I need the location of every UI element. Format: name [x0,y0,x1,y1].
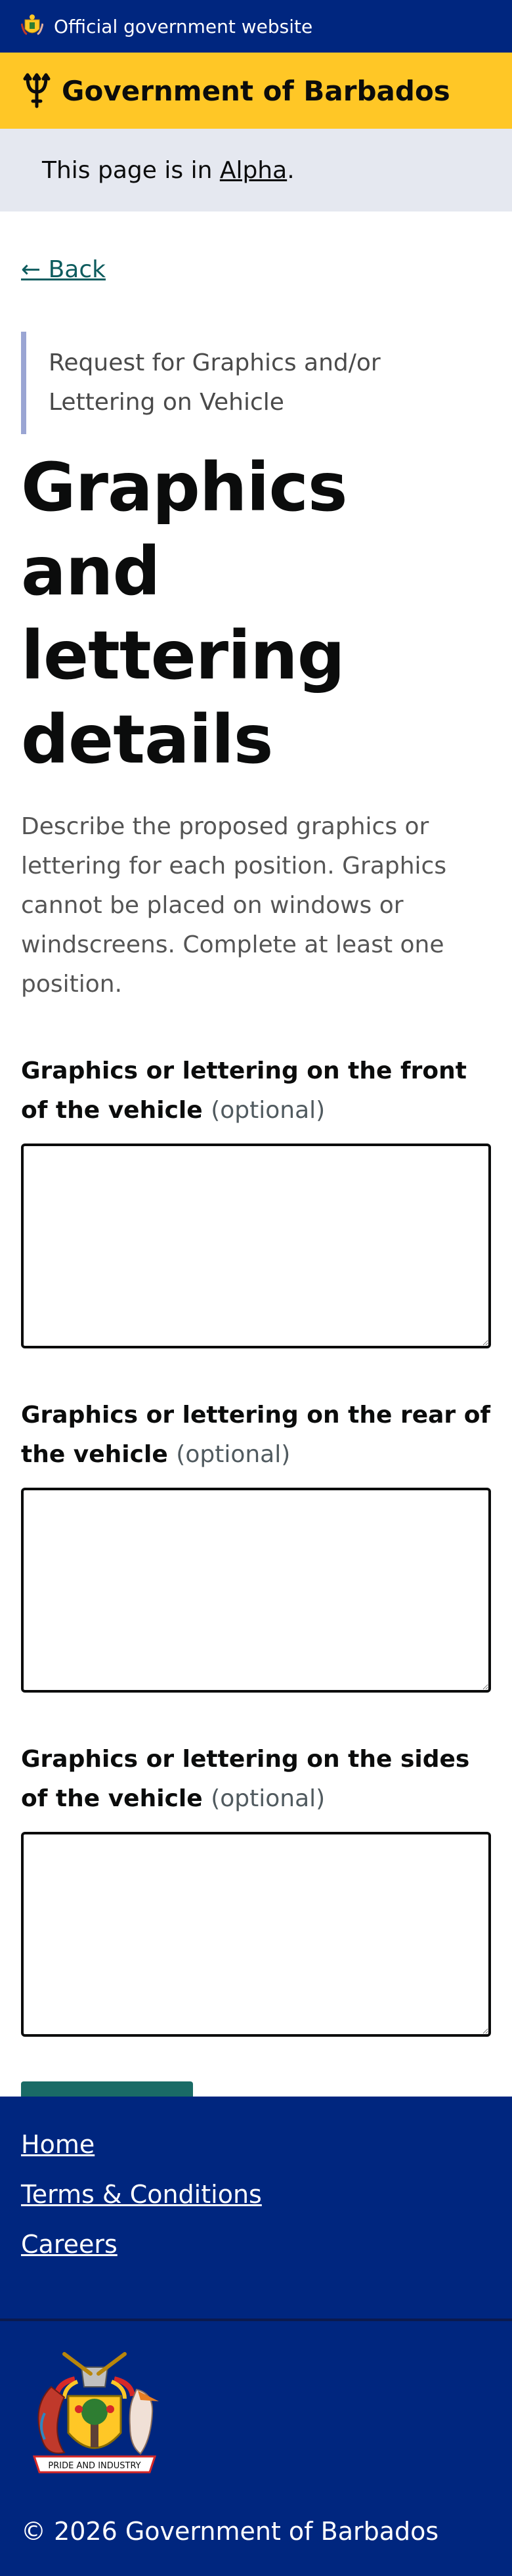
official-banner: Official government website [0,0,512,53]
footer-link-terms[interactable]: Terms & Conditions [21,2181,491,2208]
phase-link[interactable]: Alpha [220,157,287,184]
site-header[interactable]: Government of Barbados [0,53,512,129]
copyright-text: © 2026 Government of Barbados [21,2517,439,2546]
sides-graphics-field: Graphics or lettering on the sides of th… [21,1740,491,2037]
rear-graphics-field: Graphics or lettering on the rear of the… [21,1396,491,1693]
footer-link-home[interactable]: Home [21,2131,491,2158]
page-title: Graphics and lettering details [21,449,348,779]
sides-graphics-label: Graphics or lettering on the sides of th… [21,1740,491,1819]
site-footer: Home Terms & Conditions Careers PRIDE AN… [0,2097,512,2576]
coat-of-arms-icon [21,14,43,35]
optional-tag: (optional) [211,1785,326,1812]
back-link[interactable]: ← Back [21,256,106,283]
phase-text-prefix: This page is in [42,156,220,184]
footer-links: Home Terms & Conditions Careers [0,2097,512,2258]
front-graphics-field: Graphics or lettering on the front of th… [21,1052,491,1348]
phase-banner: This page is in Alpha . [0,129,512,211]
trident-icon [23,73,51,108]
footer-divider [0,2319,512,2321]
rear-graphics-label: Graphics or lettering on the rear of the… [21,1396,491,1475]
official-banner-text: Official government website [54,15,313,37]
main-content: ← Back Request for Graphics and/or Lette… [0,211,512,2168]
phase-text-suffix: . [287,156,295,184]
sides-graphics-textarea[interactable] [21,1832,491,2037]
optional-tag: (optional) [176,1441,291,1468]
coat-motto: PRIDE AND INDUSTRY [48,2461,140,2471]
footer-link-careers[interactable]: Careers [21,2231,491,2258]
optional-tag: (optional) [211,1097,326,1124]
site-title[interactable]: Government of Barbados [62,75,450,107]
form-caption: Request for Graphics and/or Lettering on… [21,332,428,434]
coat-of-arms-logo: PRIDE AND INDUSTRY [32,2352,159,2474]
page-hint: Describe the proposed graphics or letter… [21,813,447,998]
rear-graphics-textarea[interactable] [21,1488,491,1693]
front-graphics-label: Graphics or lettering on the front of th… [21,1052,491,1130]
front-graphics-textarea[interactable] [21,1144,491,1348]
